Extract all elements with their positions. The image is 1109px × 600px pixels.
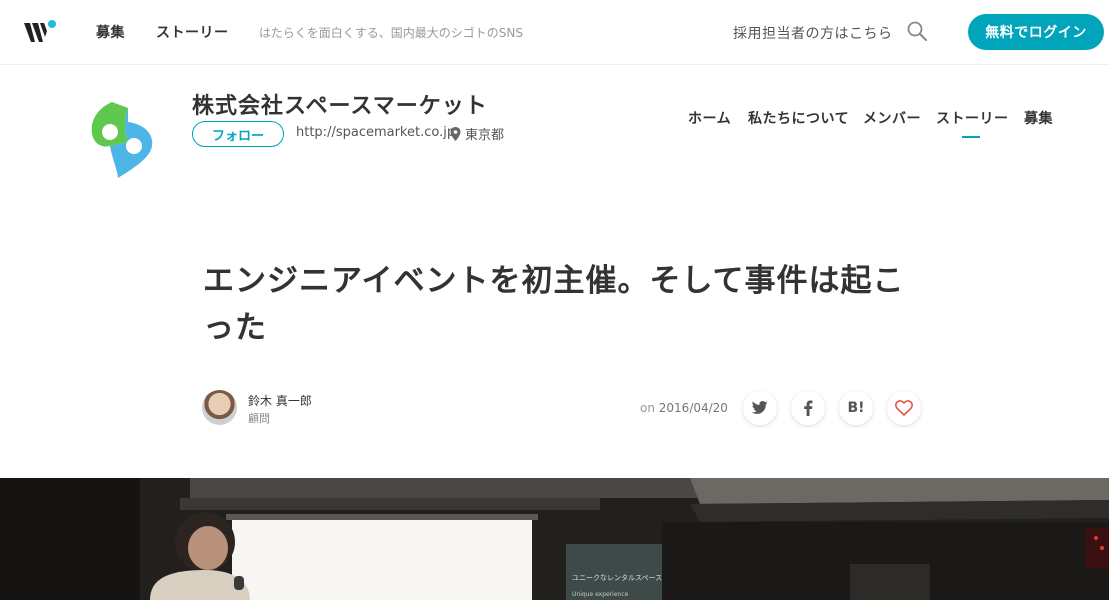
recruiter-link[interactable]: 採用担当者の方はこちら: [733, 23, 893, 43]
wantedly-logo-icon[interactable]: [22, 18, 58, 46]
company-url-link[interactable]: http://spacemarket.co.jp: [296, 125, 455, 140]
login-button[interactable]: 無料でログイン: [968, 14, 1104, 50]
hatena-bookmark-icon: B!: [847, 400, 865, 416]
twitter-icon: [752, 401, 768, 414]
article-title: エンジニアイベントを初主催。そして事件は起こった: [203, 263, 905, 346]
company-name[interactable]: 株式会社スペースマーケット: [192, 88, 488, 120]
location-pin-icon: [450, 126, 461, 141]
hero-screen-subtext: Unique experience: [572, 591, 629, 598]
top-navbar: 募集 ストーリー はたらくを面白くする、国内最大のシゴトのSNS 採用担当者の方…: [0, 0, 1109, 65]
publish-date: on 2016/04/20: [640, 401, 728, 415]
share-twitter-button[interactable]: [743, 391, 777, 425]
date-value: 2016/04/20: [658, 401, 728, 415]
active-tab-indicator: [962, 136, 980, 138]
follow-button[interactable]: フォロー: [192, 121, 284, 147]
author-name[interactable]: 鈴木 真一郎: [248, 392, 312, 409]
share-hatena-bookmark-button[interactable]: B!: [839, 391, 873, 425]
nav-jobs-link[interactable]: 募集: [96, 22, 125, 42]
heart-icon: [895, 400, 913, 416]
company-nav-home[interactable]: ホーム: [688, 108, 731, 128]
event-photo: ユニークなレンタルスペースを 簡単に貸し借り Unique experience: [0, 478, 1109, 600]
company-nav-jobs[interactable]: 募集: [1024, 108, 1053, 128]
location-text: 東京都: [465, 128, 505, 143]
tagline: はたらくを面白くする、国内最大のシゴトのSNS: [259, 26, 523, 40]
share-facebook-button[interactable]: [791, 391, 825, 425]
author-avatar[interactable]: [202, 390, 237, 425]
company-logo-icon[interactable]: [88, 98, 156, 180]
facebook-icon: [804, 400, 813, 416]
nav-stories-link[interactable]: ストーリー: [156, 22, 229, 42]
article-hero-image: ユニークなレンタルスペースを 簡単に貸し借り Unique experience: [0, 478, 1109, 600]
like-button[interactable]: [887, 391, 921, 425]
search-icon[interactable]: [905, 19, 929, 43]
author-role: 顧問: [248, 412, 270, 425]
date-prefix: on: [640, 401, 655, 415]
company-nav-stories[interactable]: ストーリー: [936, 108, 1009, 128]
company-nav-about[interactable]: 私たちについて: [748, 108, 849, 128]
company-location: 東京都: [450, 124, 504, 143]
company-nav-members[interactable]: メンバー: [863, 108, 921, 128]
